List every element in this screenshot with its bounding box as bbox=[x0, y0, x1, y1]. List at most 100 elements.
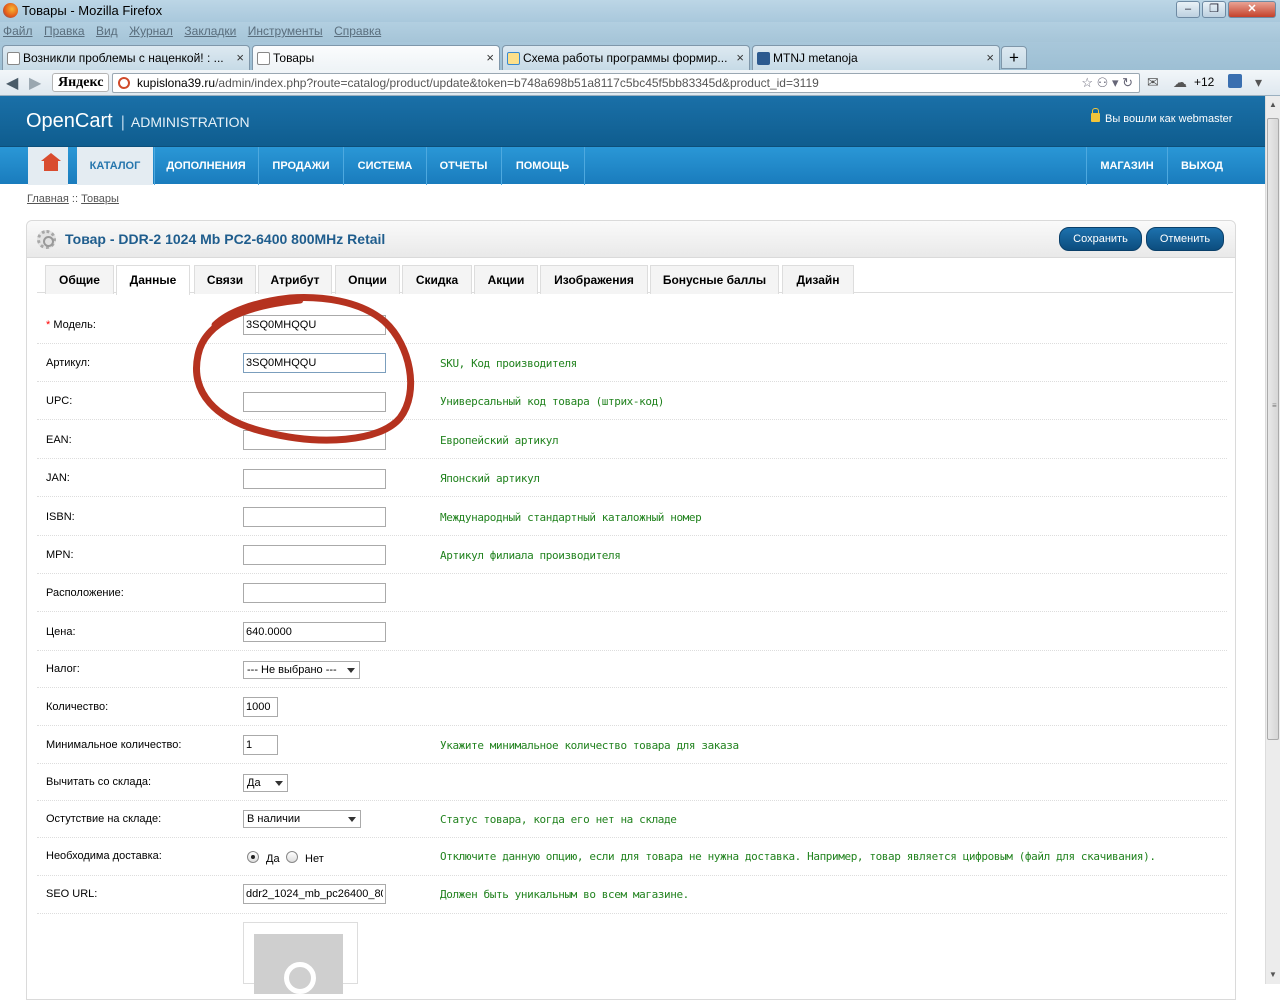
model-input[interactable] bbox=[243, 315, 386, 335]
ean-input[interactable] bbox=[243, 430, 386, 450]
close-window-button[interactable]: ✕ bbox=[1228, 1, 1276, 18]
url-bar[interactable]: kupislona39.ru/admin/index.php?route=cat… bbox=[112, 73, 1140, 93]
cloud-icon[interactable]: ☁ bbox=[1173, 74, 1187, 91]
menu-logout[interactable]: ВЫХОД bbox=[1168, 147, 1236, 185]
menu-history[interactable]: Журнал bbox=[126, 22, 176, 40]
browser-tabbar: Возникли проблемы с наценкой! : ... × То… bbox=[0, 42, 1280, 71]
location-input[interactable] bbox=[243, 583, 386, 603]
jan-label: JAN: bbox=[46, 472, 70, 484]
menu-bookmarks[interactable]: Закладки bbox=[181, 22, 239, 40]
tab-links[interactable]: Связи bbox=[194, 265, 256, 294]
shipping-label: Необходима доставка: bbox=[46, 850, 162, 862]
menu-view[interactable]: Вид bbox=[93, 22, 121, 40]
browser-tab[interactable]: Схема работы программы формир... × bbox=[502, 45, 750, 70]
breadcrumb-separator: :: bbox=[68, 193, 82, 205]
mpn-input[interactable] bbox=[243, 545, 386, 565]
minimum-help: Укажите минимальное количество товара дл… bbox=[440, 739, 739, 752]
tab-attribute[interactable]: Атрибут bbox=[258, 265, 332, 294]
tab-general[interactable]: Общие bbox=[45, 265, 114, 294]
logo-subtitle: ADMINISTRATION bbox=[130, 114, 250, 130]
reader-icon[interactable]: ⚇ bbox=[1097, 75, 1109, 90]
stock-status-selected: В наличии bbox=[247, 813, 301, 825]
tax-label: Налог: bbox=[46, 663, 80, 675]
menu-file[interactable]: Файл bbox=[0, 22, 36, 40]
tab-discount[interactable]: Скидка bbox=[402, 265, 472, 294]
price-input[interactable] bbox=[243, 622, 386, 642]
subtract-select[interactable]: Да bbox=[243, 774, 288, 792]
mail-icon[interactable]: ✉ bbox=[1147, 74, 1159, 91]
scroll-down-arrow-icon[interactable]: ▼ bbox=[1269, 970, 1277, 979]
menu-extensions[interactable]: ДОПОЛНЕНИЯ bbox=[155, 147, 257, 185]
tab-special[interactable]: Акции bbox=[474, 265, 538, 294]
save-button[interactable]: Сохранить bbox=[1059, 227, 1142, 251]
reload-icon[interactable]: ↻ bbox=[1122, 75, 1133, 90]
price-label: Цена: bbox=[46, 626, 76, 638]
form-row bbox=[37, 574, 1227, 612]
tab-options[interactable]: Опции bbox=[335, 265, 400, 294]
tab-close-icon[interactable]: × bbox=[486, 50, 494, 65]
new-tab-button[interactable]: + bbox=[1001, 46, 1027, 69]
menu-help[interactable]: ПОМОЩЬ bbox=[502, 147, 583, 185]
upc-input[interactable] bbox=[243, 392, 386, 412]
window-titlebar: Товары - Mozilla Firefox – ❐ ✕ bbox=[0, 0, 1280, 22]
menu-reports[interactable]: ОТЧЕТЫ bbox=[427, 147, 500, 185]
menu-system[interactable]: СИСТЕМА bbox=[344, 147, 426, 185]
menu-edit[interactable]: Правка bbox=[41, 22, 88, 40]
page-scrollbar[interactable]: ▲ ≡ ▼ bbox=[1265, 96, 1280, 984]
scroll-up-arrow-icon[interactable]: ▲ bbox=[1269, 100, 1277, 109]
play-icon bbox=[757, 52, 770, 65]
opencart-logo[interactable]: OpenCart | ADMINISTRATION bbox=[26, 110, 250, 133]
shipping-no-label: Нет bbox=[305, 853, 324, 865]
site-favicon-icon bbox=[118, 77, 130, 89]
tab-images[interactable]: Изображения bbox=[540, 265, 648, 294]
product-image-thumb[interactable] bbox=[243, 922, 358, 994]
shipping-no-radio[interactable] bbox=[286, 851, 298, 863]
sku-input[interactable] bbox=[243, 353, 386, 373]
menu-tools[interactable]: Инструменты bbox=[245, 22, 326, 40]
browser-tab-active[interactable]: Товары × bbox=[252, 45, 500, 71]
form-row bbox=[37, 764, 1227, 801]
dropdown-icon[interactable]: ▾ bbox=[1112, 75, 1119, 90]
maximize-button[interactable]: ❐ bbox=[1202, 1, 1226, 18]
tab-close-icon[interactable]: × bbox=[236, 50, 244, 65]
back-arrow-icon[interactable]: ◀ bbox=[6, 73, 18, 93]
menu-store[interactable]: МАГАЗИН bbox=[1087, 147, 1167, 185]
scrollbar-thumb[interactable]: ≡ bbox=[1267, 118, 1279, 740]
minimize-button[interactable]: – bbox=[1176, 1, 1200, 18]
url-path: /admin/index.php?route=catalog/product/u… bbox=[215, 76, 819, 90]
tab-data[interactable]: Данные bbox=[116, 265, 190, 295]
forward-arrow-icon[interactable]: ▶ bbox=[29, 73, 41, 93]
seo-url-input[interactable] bbox=[243, 884, 386, 904]
browser-menubar: Файл Правка Вид Журнал Закладки Инструме… bbox=[0, 22, 1280, 42]
breadcrumb-products[interactable]: Товары bbox=[81, 193, 119, 205]
page-title: Товар - DDR-2 1024 Mb PC2-6400 800MHz Re… bbox=[65, 231, 386, 247]
toolbar-menu-icon[interactable]: ▾ bbox=[1255, 74, 1262, 91]
tab-close-icon[interactable]: × bbox=[736, 50, 744, 65]
menu-help[interactable]: Справка bbox=[331, 22, 384, 40]
browser-tab[interactable]: Возникли проблемы с наценкой! : ... × bbox=[2, 45, 250, 70]
yandex-logo[interactable]: Яндекс bbox=[52, 73, 109, 92]
cancel-button[interactable]: Отменить bbox=[1146, 227, 1224, 251]
minimum-input[interactable] bbox=[243, 735, 278, 755]
menu-catalog[interactable]: КАТАЛОГ bbox=[77, 147, 153, 185]
mpn-help: Артикул филиала производителя bbox=[440, 549, 621, 562]
jan-input[interactable] bbox=[243, 469, 386, 489]
tab-design[interactable]: Дизайн bbox=[782, 265, 854, 294]
url-tools: ☆ ⚇ ▾ ↻ bbox=[1081, 74, 1133, 92]
quantity-input[interactable] bbox=[243, 697, 278, 717]
tab-reward-points[interactable]: Бонусные баллы bbox=[650, 265, 779, 294]
shipping-yes-radio[interactable] bbox=[247, 851, 259, 863]
tab-close-icon[interactable]: × bbox=[986, 50, 994, 65]
stock-status-select[interactable]: В наличии bbox=[243, 810, 361, 828]
browser-tab[interactable]: MTNJ metanoja × bbox=[752, 45, 1000, 70]
menu-sales[interactable]: ПРОДАЖИ bbox=[259, 147, 343, 185]
isbn-input[interactable] bbox=[243, 507, 386, 527]
sku-label: Артикул: bbox=[46, 357, 91, 369]
tax-select[interactable]: --- Не выбрано --- bbox=[243, 661, 360, 679]
location-label: Расположение: bbox=[46, 587, 124, 599]
shipping-yes-label: Да bbox=[266, 853, 280, 865]
breadcrumb-home[interactable]: Главная bbox=[27, 193, 69, 205]
extension-icon[interactable] bbox=[1228, 74, 1242, 88]
bookmark-star-icon[interactable]: ☆ bbox=[1081, 75, 1093, 90]
home-icon bbox=[41, 153, 61, 171]
